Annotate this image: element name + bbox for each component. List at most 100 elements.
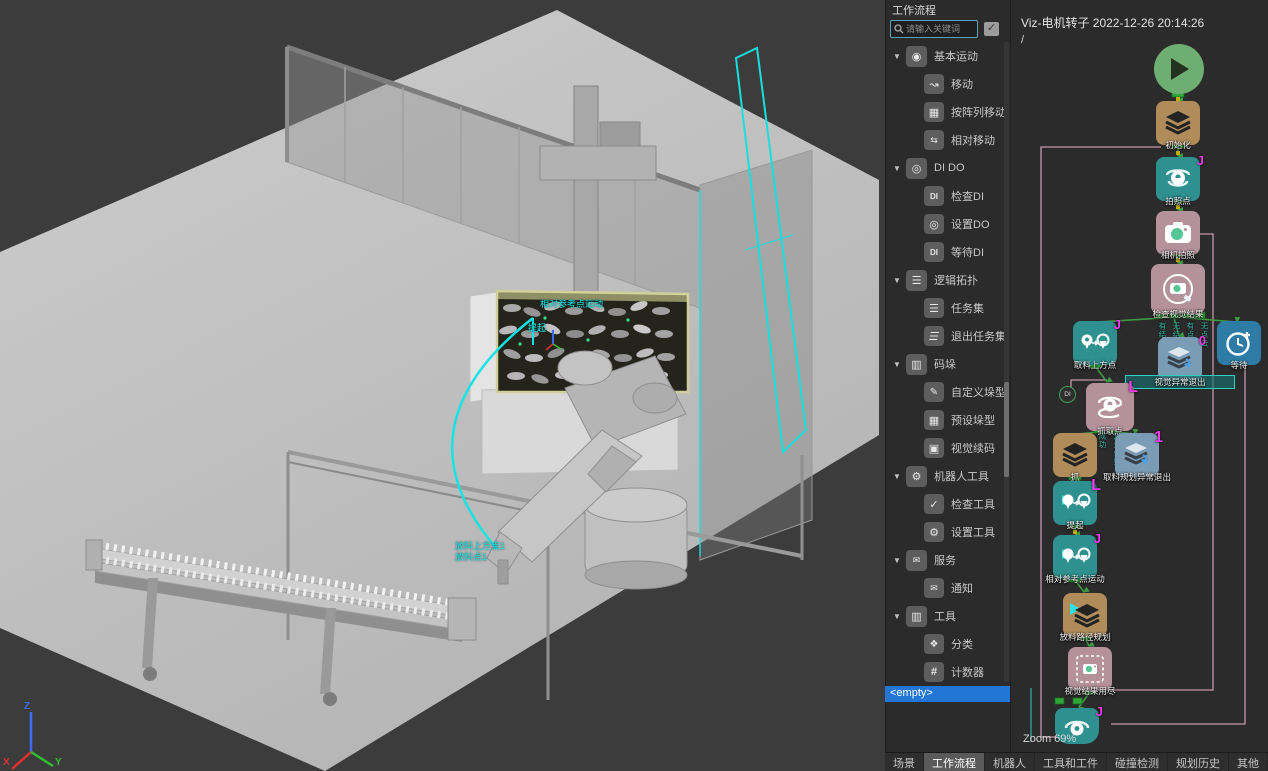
node-relative-reference-move[interactable]: J 相对参考点运动 [1053,535,1097,579]
node-init[interactable]: 初始化 [1156,101,1200,145]
notify-icon [924,578,944,598]
node-pick-upper-point[interactable]: J 取料上方点 [1073,321,1117,365]
tree-item-custom-pallet[interactable]: 自定义垛型 [886,378,1010,406]
preset-pallet-icon [924,410,944,430]
tab-scene[interactable]: 场景 [885,753,924,771]
relative-move-icon [924,130,944,150]
toolbox-icon [906,606,927,627]
set-tool-icon [924,522,944,542]
tab-plan-history[interactable]: 规划历史 [1168,753,1229,771]
world-axis-triad [12,712,53,769]
robot-icon [906,466,927,487]
search-box[interactable] [890,20,978,38]
zoom-level-label: Zoom 69% [1023,733,1076,745]
counter-icon [924,662,944,682]
3d-viewport[interactable]: 相对参考点运动 提起 放料上方点1 放料点1 Z X Y [0,0,885,771]
node-pick-plan-exception-exit[interactable]: 1 取料规划异常退出 [1115,433,1159,477]
search-input[interactable] [904,24,970,34]
tree-item-preset-pallet[interactable]: 预设垛型 [886,406,1010,434]
axis-y-label: Y [55,757,62,768]
tree-section-palletizing[interactable]: ▼码垛 [886,350,1010,378]
step-library-tree: ▼基本运动 移动 按阵列移动 相对移动 ▼DI DO 检查DI 设置DO 等待D… [886,42,1010,686]
tree-section-di-do[interactable]: ▼DI DO [886,154,1010,182]
collapse-arrow-icon[interactable]: ▼ [893,164,906,173]
tree-item-task-set[interactable]: 任务集 [886,294,1010,322]
node-wait[interactable]: 等待 [1217,321,1261,365]
layers-icon [1164,110,1192,136]
pin-icon [906,46,927,67]
fence-right [700,150,812,560]
relative-move-icon [1059,491,1091,515]
tree-item-move-by-array[interactable]: 按阵列移动 [886,98,1010,126]
move-icon [924,74,944,94]
tree-item-wait-di[interactable]: 等待DI [886,238,1010,266]
tree-item-set-tool[interactable]: 设置工具 [886,518,1010,546]
collapse-arrow-icon[interactable]: ▼ [893,612,906,621]
node-check-vision-result[interactable]: 检查视觉结果 [1151,264,1205,314]
tree-section-robot-tool[interactable]: ▼机器人工具 [886,462,1010,490]
bottom-tab-bar: 场景 工作流程 机器人 工具和工件 碰撞检测 规划历史 其他 日志 [885,752,1268,771]
classify-icon [924,634,944,654]
collapse-arrow-icon[interactable]: ▼ [893,52,906,61]
empty-selection-bar[interactable]: <empty> [885,686,1010,702]
tree-section-basic-motion[interactable]: ▼基本运动 [886,42,1010,70]
tree-section-tools[interactable]: ▼工具 [886,602,1010,630]
path-point-icon [1094,393,1126,421]
tree-item-notify[interactable]: 通知 [886,574,1010,602]
tree-item-check-di[interactable]: 检查DI [886,182,1010,210]
search-filter-checkbox[interactable]: ✓ [984,22,999,36]
service-icon [906,550,927,571]
tree-item-vision-pallet[interactable]: 视觉续码 [886,434,1010,462]
node-place-path-plan[interactable]: 放料路径规划 [1063,593,1107,637]
search-row: ✓ [886,16,1010,42]
axis-z-label: Z [24,701,30,712]
tree-item-set-do[interactable]: 设置DO [886,210,1010,238]
exit-task-set-icon [924,326,944,346]
tree-section-logic-topology[interactable]: ▼逻辑拓扑 [886,266,1010,294]
set-do-icon [924,214,944,234]
di-badge-icon [1059,386,1076,403]
exit-layers-icon [1123,442,1151,468]
tab-workflow[interactable]: 工作流程 [924,753,985,771]
tab-collision-detect[interactable]: 碰撞检测 [1107,753,1168,771]
relative-move-icon [1080,332,1110,354]
collapse-arrow-icon[interactable]: ▼ [893,472,906,481]
tab-tools-workpieces[interactable]: 工具和工件 [1035,753,1107,771]
waypoint-icon [1163,165,1193,193]
tree-item-relative-move[interactable]: 相对移动 [886,126,1010,154]
camera-unit [540,146,656,180]
camera-stand [574,86,598,292]
node-grasp-point[interactable]: L 抓取点 [1086,383,1134,431]
scrollbar-thumb[interactable] [1004,382,1009,477]
tree-section-service[interactable]: ▼服务 [886,546,1010,574]
tree-item-counter[interactable]: 计数器 [886,658,1010,686]
collapse-arrow-icon[interactable]: ▼ [893,360,906,369]
check-vision-icon [1161,272,1195,306]
pallet-icon [906,354,927,375]
dido-icon [906,158,927,179]
tree-item-classify[interactable]: 分类 [886,630,1010,658]
tab-others[interactable]: 其他 [1229,753,1268,771]
viewport-label-lift: 提起 [528,321,546,334]
play-icon [1168,57,1190,81]
check-di-icon [924,186,944,206]
tab-robot[interactable]: 机器人 [985,753,1035,771]
sidebar-scrollbar[interactable] [1004,42,1009,682]
collapse-arrow-icon[interactable]: ▼ [893,556,906,565]
check-tool-icon [924,494,944,514]
node-capture-point[interactable]: J 拍照点 [1156,157,1200,201]
workflow-graph-panel[interactable]: Viz-电机转子 2022-12-26 20:14:26 / [1010,0,1268,752]
tree-item-move[interactable]: 移动 [886,70,1010,98]
node-vision-exception-exit[interactable]: 0 视觉异常退出 [1158,337,1202,381]
node-lift[interactable]: L 提起 [1053,481,1097,525]
tree-item-check-tool[interactable]: 检查工具 [886,490,1010,518]
collapse-arrow-icon[interactable]: ▼ [893,276,906,285]
run-workflow-button[interactable] [1154,44,1204,94]
layers-icon [1061,442,1089,468]
wait-di-icon [924,242,944,262]
node-camera-capture[interactable]: 相机拍照 [1156,211,1200,255]
sidebar-title: 工作流程 [886,0,1010,16]
tree-item-exit-task-set[interactable]: 退出任务集 [886,322,1010,350]
node-vision-results-exhausted[interactable]: 视觉结果用尽 [1068,647,1112,691]
relative-move-icon [1059,545,1091,569]
